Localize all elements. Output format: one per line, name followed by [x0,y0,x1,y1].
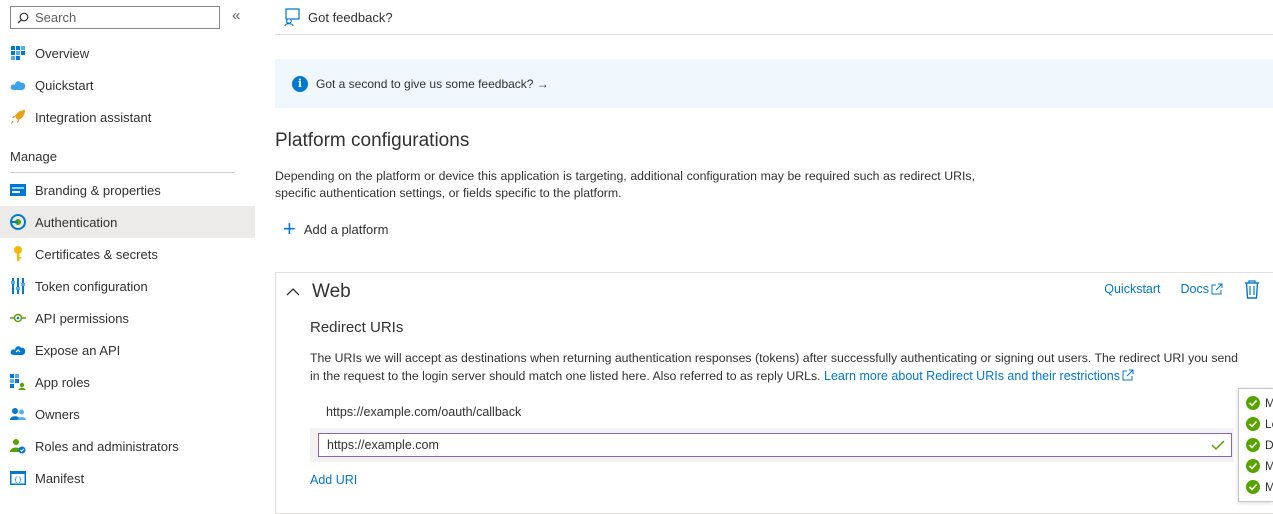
sidebar-item-label: API permissions [35,310,129,326]
sidebar-item-quickstart[interactable]: Quickstart [0,69,255,101]
svg-text:{}: {} [14,476,22,484]
feedback-banner-text[interactable]: Got a second to give us some feedback? → [316,77,549,91]
web-card-title: Web [312,281,351,302]
sidebar-item-label: Overview [35,45,90,61]
search-input[interactable] [35,10,205,25]
validation-item: M [1246,459,1273,473]
sidebar-item-roles-admins[interactable]: Roles and administrators [0,430,255,462]
platform-description: Depending on the platform or device this… [275,169,975,200]
checkmark-icon [1211,440,1225,451]
docs-link-label: Docs [1180,282,1209,296]
validation-item-text: M [1265,459,1273,473]
quickstart-link[interactable]: Quickstart [1104,282,1160,296]
owners-icon [10,406,26,422]
branding-icon [10,182,26,198]
sidebar-item-label: Quickstart [35,77,94,93]
sidebar-item-label: Certificates & secrets [35,246,158,262]
redirect-uri-edit-row [310,428,1234,462]
page-title: Platform configurations [275,130,470,151]
sidebar-item-label: Expose an API [35,342,121,358]
sidebar-item-certificates[interactable]: Certificates & secrets [0,238,255,270]
success-check-icon [1246,480,1260,494]
redirect-uris-heading: Redirect URIs [310,319,404,336]
add-platform-label: Add a platform [303,221,389,237]
divider [10,172,235,173]
success-check-icon [1246,459,1260,473]
got-feedback-button[interactable]: Got feedback? [308,10,393,25]
overview-icon [10,45,26,61]
sidebar-item-label: App roles [35,374,90,390]
validation-item-text: M [1265,396,1273,410]
token-icon [10,278,26,294]
web-platform-card: Web Quickstart Docs Redirect URIs The UR… [275,272,1273,514]
feedback-banner[interactable]: i Got a second to give us some feedback?… [275,59,1273,108]
add-uri-button[interactable]: Add URI [310,473,357,487]
cloud-icon [10,77,26,93]
redirect-uris-description: The URIs we will accept as destinations … [310,349,1250,385]
sidebar-item-manifest[interactable]: {} Manifest [0,462,255,494]
docs-link[interactable]: Docs [1181,282,1223,296]
uri-validation-popup: M Le D M M [1238,388,1273,502]
success-check-icon [1246,417,1260,431]
sidebar-item-label: Token configuration [35,278,148,294]
chevron-up-icon [286,288,300,296]
feedback-icon[interactable] [283,8,301,26]
manifest-icon: {} [10,470,26,486]
sidebar-item-overview[interactable]: Overview [0,37,255,69]
info-icon: i [292,75,308,92]
sidebar-item-label: Owners [35,406,80,422]
web-card-header[interactable]: Web [286,281,351,303]
external-link-icon [1211,283,1223,295]
rocket-icon [10,109,26,125]
redirect-uri-item[interactable]: https://example.com/oauth/callback [326,405,521,419]
validation-item-text: D [1265,438,1273,452]
search-box[interactable] [10,6,220,29]
sidebar-item-token-configuration[interactable]: Token configuration [0,270,255,302]
sidebar-item-expose-api[interactable]: Expose an API [0,334,255,366]
sidebar-item-branding[interactable]: Branding & properties [0,174,255,206]
sidebar-item-authentication[interactable]: Authentication [0,206,255,238]
sidebar-item-integration-assistant[interactable]: Integration assistant [0,101,255,133]
app-roles-icon [10,374,26,390]
add-platform-button[interactable]: + Add a platform [283,216,389,241]
feedback-bar: Got feedback? [275,0,1273,35]
manage-section-heading: Manage [10,149,57,164]
search-icon [17,12,29,23]
validation-item: D [1246,438,1273,452]
sidebar-item-owners[interactable]: Owners [0,398,255,430]
redirect-uri-field[interactable] [318,433,1232,457]
validation-item: Le [1246,417,1273,431]
roles-admins-icon [10,438,26,454]
validation-item-text: M [1265,480,1273,494]
sidebar: « Overview Quickstart Integration assist… [0,0,255,514]
redirect-uri-input[interactable] [327,438,1207,452]
learn-more-label: Learn more about Redirect URIs and their… [824,369,1120,383]
sidebar-item-label: Manifest [35,470,85,486]
cloud-icon [10,342,26,358]
collapse-sidebar-icon[interactable]: « [232,8,246,25]
learn-more-link[interactable]: Learn more about Redirect URIs and their… [824,369,1134,383]
authentication-icon [10,214,26,230]
sidebar-item-label: Roles and administrators [35,438,179,454]
sidebar-item-label: Branding & properties [35,182,161,198]
api-permissions-icon [10,310,26,326]
success-check-icon [1246,396,1260,410]
sidebar-item-label: Integration assistant [35,109,152,125]
delete-icon[interactable] [1243,279,1261,299]
success-check-icon [1246,438,1260,452]
sidebar-item-app-roles[interactable]: App roles [0,366,255,398]
card-actions: Quickstart Docs [1104,279,1261,299]
validation-item-text: Le [1265,417,1273,431]
external-link-icon [1122,369,1134,381]
plus-icon: + [283,216,296,241]
validation-item: M [1246,480,1273,494]
key-icon [10,246,26,262]
validation-item: M [1246,396,1273,410]
sidebar-item-label: Authentication [35,214,118,230]
sidebar-item-api-permissions[interactable]: API permissions [0,302,255,334]
main-content: Got feedback? i Got a second to give us … [275,0,1273,514]
